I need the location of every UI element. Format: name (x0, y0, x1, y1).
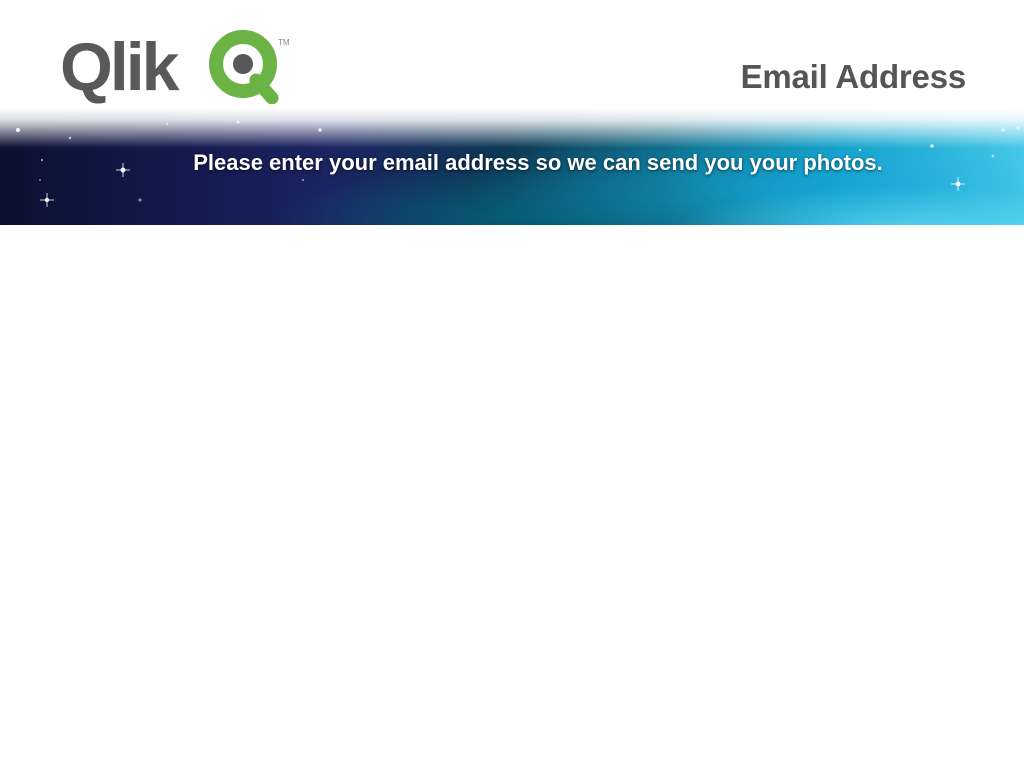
email-address-screen: Qlik TM Email Address Please enter your … (0, 0, 1024, 768)
banner: Please enter your email address so we ca… (0, 108, 1024, 225)
header: Qlik TM Email Address (0, 0, 1024, 118)
qlik-logo: Qlik TM (60, 30, 300, 104)
banner-message: Please enter your email address so we ca… (193, 150, 883, 175)
logo-trademark: TM (278, 38, 290, 47)
logo-q-dot (233, 54, 253, 74)
page-title: Email Address (740, 58, 967, 95)
qlik-logo-icon: Qlik TM (60, 30, 290, 104)
logo-brand-text: Qlik (60, 30, 180, 104)
banner-top-fade (0, 108, 1024, 148)
main-content-area (0, 225, 1024, 768)
